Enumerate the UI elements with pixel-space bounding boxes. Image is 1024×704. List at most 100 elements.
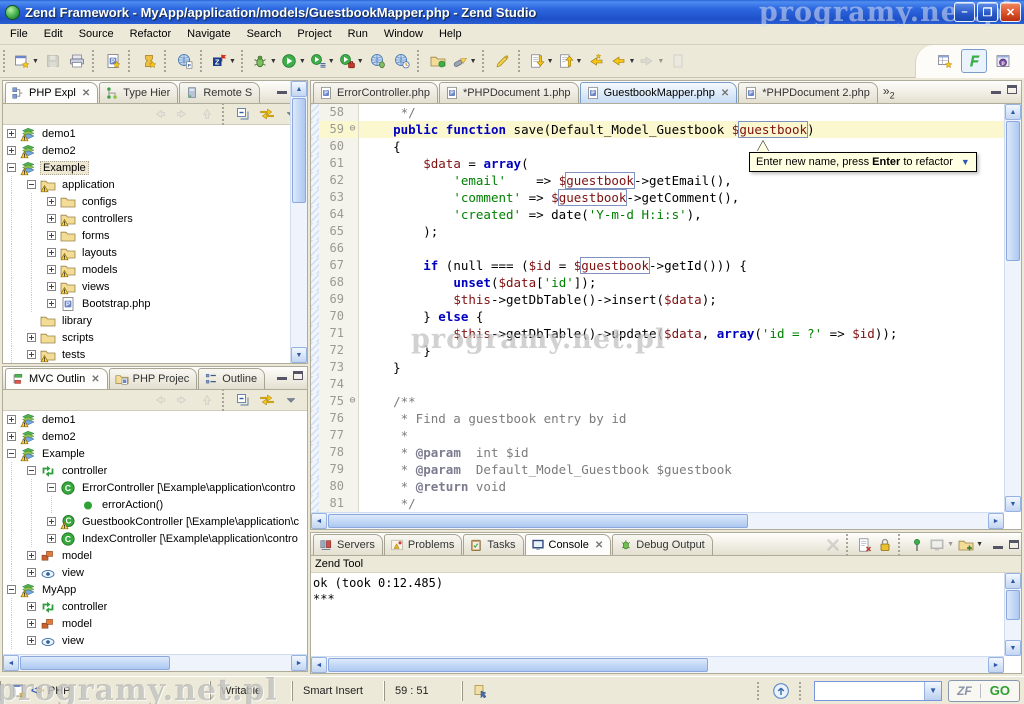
debug-icon[interactable]: ▼: [250, 49, 279, 73]
menu-project[interactable]: Project: [289, 25, 339, 43]
expand-icon[interactable]: [47, 282, 56, 291]
dropdown-arrow-icon[interactable]: ▼: [357, 58, 364, 65]
minimize-view-icon[interactable]: [277, 85, 287, 94]
collapse-icon[interactable]: [27, 180, 36, 189]
expand-icon[interactable]: [47, 197, 56, 206]
php-explorer-tree-item[interactable]: controllers: [3, 210, 307, 227]
php-explorer-tab[interactable]: PHP Expl✕: [5, 82, 98, 103]
code-text[interactable]: /**: [359, 393, 1004, 410]
expand-icon[interactable]: [27, 551, 36, 560]
code-line[interactable]: 67 if (null === ($id = $guestbook->getId…: [311, 257, 1004, 274]
mvc-outline-tab[interactable]: Outline: [198, 368, 265, 389]
code-line[interactable]: 63 'comment' => $guestbook->getComment()…: [311, 189, 1004, 206]
link-editor-icon[interactable]: [255, 102, 279, 126]
last-edit-icon[interactable]: [584, 49, 608, 73]
collapse-icon[interactable]: [7, 449, 16, 458]
code-text[interactable]: } else {: [359, 308, 1004, 325]
mvc-horizontal-scrollbar[interactable]: ◄ ►: [3, 654, 307, 671]
mvc-outline-tree-item[interactable]: CIndexController [\Example\application\c…: [3, 530, 307, 547]
dropdown-arrow-icon[interactable]: ▼: [657, 58, 664, 65]
mvc-outline-tree-item[interactable]: view: [3, 632, 307, 649]
pin-console-icon[interactable]: [907, 535, 927, 555]
console-vertical-scrollbar[interactable]: ▲ ▼: [1004, 573, 1021, 656]
code-text[interactable]: );: [359, 223, 1004, 240]
mvc-outline-tree-item[interactable]: CErrorController [\Example\application\c…: [3, 479, 307, 496]
menu-navigate[interactable]: Navigate: [179, 25, 238, 43]
dropdown-arrow-icon[interactable]: ▼: [229, 58, 236, 65]
code-line[interactable]: 80 * @return void: [311, 478, 1004, 495]
menu-source[interactable]: Source: [71, 25, 122, 43]
zend-perspective-icon[interactable]: [961, 49, 987, 73]
expand-icon[interactable]: [47, 248, 56, 257]
code-text[interactable]: * @return void: [359, 478, 1004, 495]
dropdown-arrow-icon[interactable]: ▼: [576, 58, 583, 65]
code-text[interactable]: 'created' => date('Y-m-d H:i:s'),: [359, 206, 1004, 223]
php-explorer-tree-item[interactable]: tests: [3, 346, 307, 363]
expand-icon[interactable]: [47, 214, 56, 223]
code-text[interactable]: }: [359, 342, 1004, 359]
zf-button[interactable]: ZF: [949, 684, 981, 698]
code-line[interactable]: 58 */: [311, 104, 1004, 121]
fold-collapse-icon[interactable]: ⊖: [347, 121, 359, 138]
code-text[interactable]: [359, 376, 1004, 393]
code-line[interactable]: 64 'created' => date('Y-m-d H:i:s'),: [311, 206, 1004, 223]
minimize-view-icon[interactable]: [277, 371, 287, 380]
mvc-outline-tree-item[interactable]: demo2: [3, 428, 307, 445]
code-text[interactable]: * @param Default_Model_Guestbook $guestb…: [359, 461, 1004, 478]
collapse-icon[interactable]: [7, 163, 16, 172]
new-php-file-icon[interactable]: P: [101, 49, 125, 73]
new-zend-element-icon[interactable]: [137, 49, 161, 73]
scroll-lock-icon[interactable]: [875, 535, 895, 555]
combo-dropdown-icon[interactable]: ▼: [924, 682, 941, 700]
title-bar[interactable]: Zend Framework - MyApp/application/model…: [0, 0, 1024, 24]
php-explorer-tree-item[interactable]: forms: [3, 227, 307, 244]
back-icon[interactable]: ▼: [608, 49, 637, 73]
php-explorer-tree-item[interactable]: demo1: [3, 125, 307, 142]
occurrence-navigation-icon[interactable]: [473, 683, 489, 699]
code-line[interactable]: 70 } else {: [311, 308, 1004, 325]
dropdown-arrow-icon[interactable]: ▼: [976, 541, 983, 548]
menu-search[interactable]: Search: [239, 25, 290, 43]
console-tab[interactable]: Servers: [313, 534, 383, 555]
console-output[interactable]: ok (took 0:12.485)***: [313, 575, 1004, 656]
code-line[interactable]: 66: [311, 240, 1004, 257]
php-perspective-icon[interactable]: p: [990, 49, 1016, 73]
close-icon[interactable]: ✕: [91, 374, 99, 385]
code-line[interactable]: 76 * Find a guestbook entry by id: [311, 410, 1004, 427]
code-text[interactable]: if (null === ($id = $guestbook->getId())…: [359, 257, 1004, 274]
code-line[interactable]: 74: [311, 376, 1004, 393]
code-text[interactable]: * Find a guestbook entry by id: [359, 410, 1004, 427]
close-icon[interactable]: ✕: [721, 88, 729, 99]
collapse-all-icon[interactable]: [231, 102, 255, 126]
dropdown-arrow-icon[interactable]: ▼: [947, 541, 954, 548]
mvc-outline-tree-item[interactable]: controller: [3, 598, 307, 615]
expand-icon[interactable]: [27, 350, 36, 359]
code-text[interactable]: */: [359, 495, 1004, 512]
code-line[interactable]: 78 * @param int $id: [311, 444, 1004, 461]
zend-flag-icon[interactable]: Z▼: [209, 49, 238, 73]
php-explorer-tree-item[interactable]: scripts: [3, 329, 307, 346]
editor-tab[interactable]: P*PHPDocument 1.php: [439, 82, 579, 103]
php-explorer-tree-item[interactable]: models: [3, 261, 307, 278]
mvc-outline-tree-item[interactable]: controller: [3, 462, 307, 479]
new-wizard-icon[interactable]: ▼: [12, 49, 41, 73]
code-line[interactable]: 62 'email' => $guestbook->getEmail(),: [311, 172, 1004, 189]
php-explorer-tree-item[interactable]: Example: [3, 159, 307, 176]
dropdown-arrow-icon[interactable]: ▼: [628, 58, 635, 65]
zend-tool-combo[interactable]: ▼: [814, 681, 942, 701]
expand-icon[interactable]: [27, 568, 36, 577]
code-line[interactable]: 71 $this->getDbTable()->update($data, ar…: [311, 325, 1004, 342]
code-line[interactable]: 72 }: [311, 342, 1004, 359]
mvc-outline-tree-item[interactable]: errorAction(): [3, 496, 307, 513]
link-editor-icon[interactable]: [255, 388, 279, 412]
minimize-view-icon[interactable]: [991, 85, 1001, 94]
fold-collapse-icon[interactable]: ⊖: [347, 393, 359, 410]
close-icon[interactable]: ✕: [1000, 2, 1021, 22]
console-horizontal-scrollbar[interactable]: ◄ ►: [311, 656, 1004, 673]
mvc-outline-tree-item[interactable]: Example: [3, 445, 307, 462]
mvc-outline-tree-item[interactable]: model: [3, 547, 307, 564]
profile-url-icon[interactable]: [390, 49, 414, 73]
php-explorer-tree-item[interactable]: layouts: [3, 244, 307, 261]
expand-icon[interactable]: [7, 146, 16, 155]
go-button[interactable]: GO: [981, 683, 1019, 698]
